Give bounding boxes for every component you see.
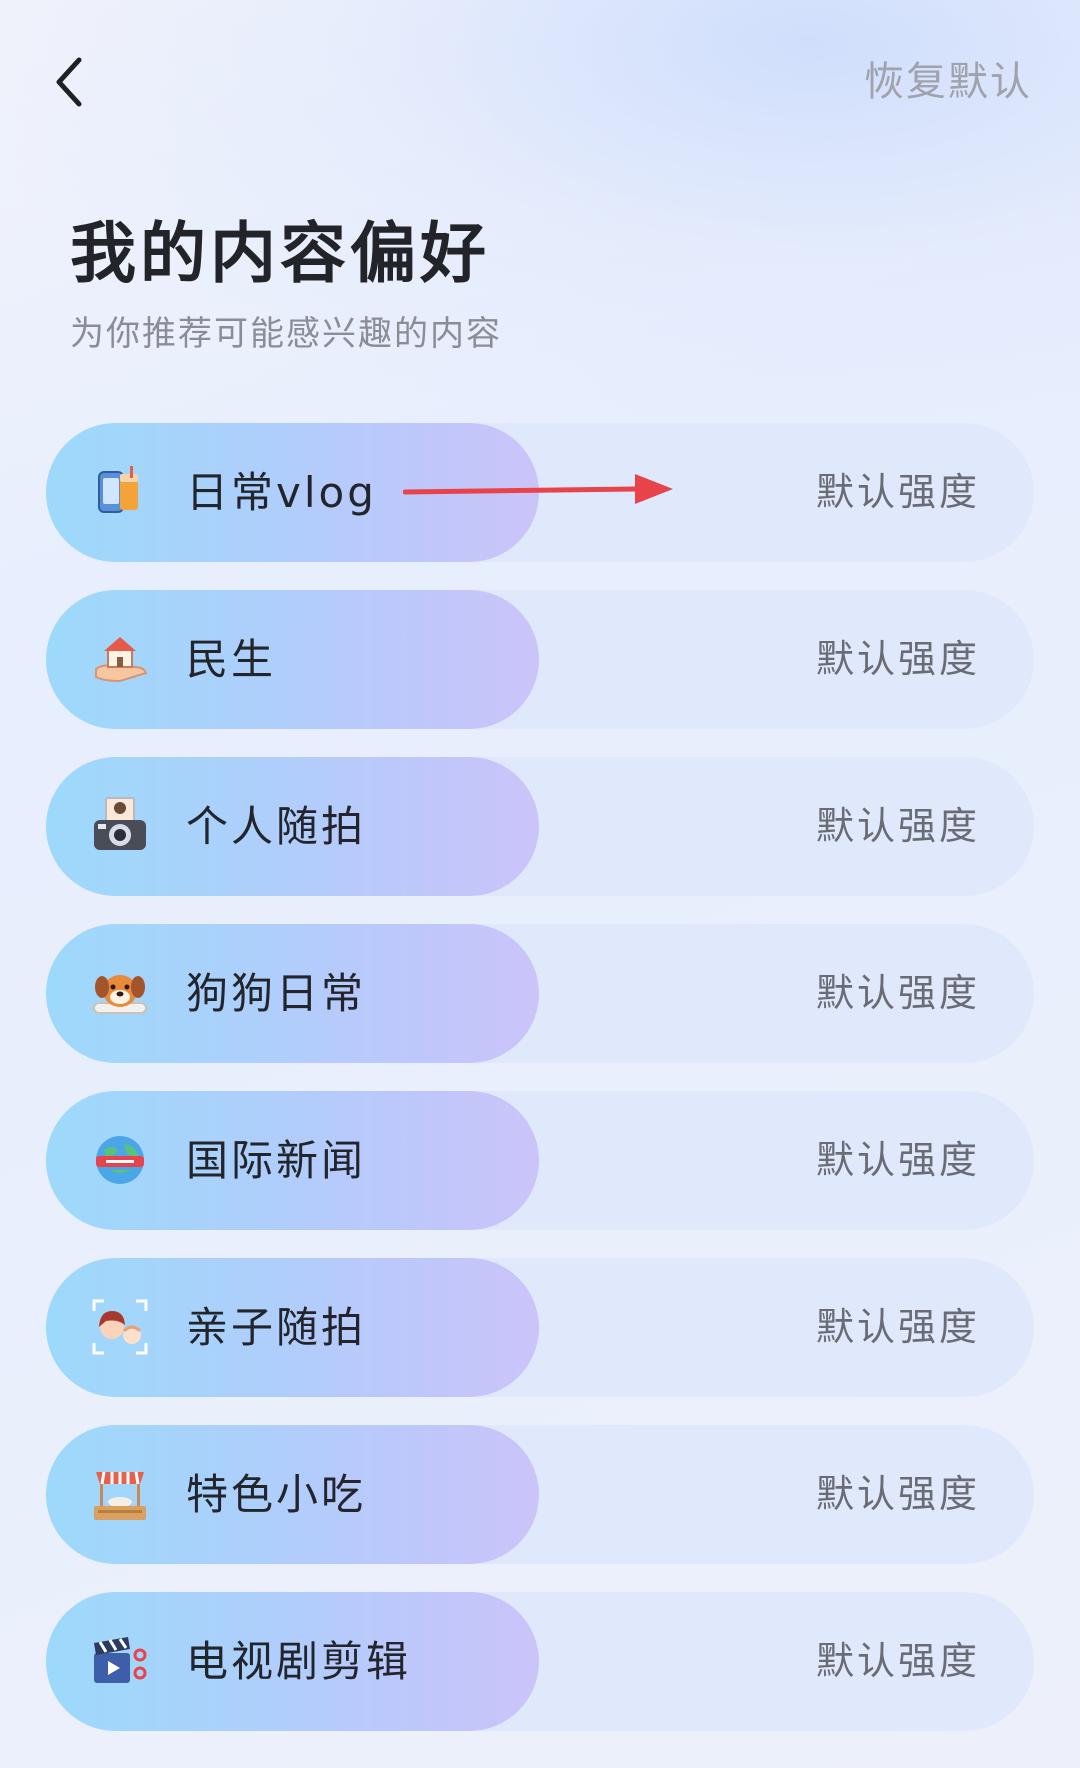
parent-child-icon: [90, 1297, 150, 1357]
preference-row-label: 民生: [186, 635, 277, 684]
preference-row-dog-daily[interactable]: 狗狗日常 默认强度: [46, 924, 1034, 1063]
preference-strength: 默认强度: [815, 1138, 980, 1182]
annotation-arrow: [403, 474, 673, 504]
preference-strength: 默认强度: [815, 971, 980, 1015]
preference-row-label: 狗狗日常: [186, 969, 367, 1018]
preference-row-livelihood[interactable]: 民生 默认强度: [46, 590, 1034, 729]
preference-list: 日常vlog 默认强度 民生 默认强度 个人随拍 默认强度 狗狗日常 默认强度 …: [46, 423, 1034, 1759]
dog-icon: [90, 963, 150, 1023]
reset-default-button[interactable]: 恢复默认: [864, 52, 1032, 112]
preference-row-label: 亲子随拍: [186, 1303, 367, 1352]
preference-row-tv-series-clips[interactable]: 电视剧剪辑 默认强度: [46, 1592, 1034, 1731]
preference-row-label: 个人随拍: [186, 802, 367, 851]
preference-strength: 默认强度: [815, 1639, 980, 1683]
page-subtitle: 为你推荐可能感兴趣的内容: [70, 314, 502, 354]
preference-row-label: 电视剧剪辑: [186, 1637, 412, 1686]
preference-row-international-news[interactable]: 国际新闻 默认强度: [46, 1091, 1034, 1230]
preference-strength: 默认强度: [815, 804, 980, 848]
preference-row-specialty-snacks[interactable]: 特色小吃 默认强度: [46, 1425, 1034, 1564]
preference-row-label: 特色小吃: [186, 1470, 367, 1519]
preference-strength: 默认强度: [815, 1305, 980, 1349]
preference-strength: 默认强度: [815, 1472, 980, 1516]
clapperboard-icon: [90, 1631, 150, 1691]
back-button[interactable]: [44, 52, 94, 112]
chevron-left-icon: [56, 57, 82, 107]
preference-row-label: 日常vlog: [186, 468, 377, 517]
preference-strength: 默认强度: [815, 470, 980, 514]
preference-row-parent-child-snapshots[interactable]: 亲子随拍 默认强度: [46, 1258, 1034, 1397]
globe-news-icon: [90, 1130, 150, 1190]
preference-strength: 默认强度: [815, 637, 980, 681]
house-in-hand-icon: [90, 629, 150, 689]
camera-icon: [90, 796, 150, 856]
preference-row-personal-snapshots[interactable]: 个人随拍 默认强度: [46, 757, 1034, 896]
preference-row-label: 国际新闻: [186, 1136, 367, 1185]
food-stall-icon: [90, 1464, 150, 1524]
page-title: 我的内容偏好: [70, 215, 490, 292]
phone-drink-icon: [90, 462, 150, 522]
